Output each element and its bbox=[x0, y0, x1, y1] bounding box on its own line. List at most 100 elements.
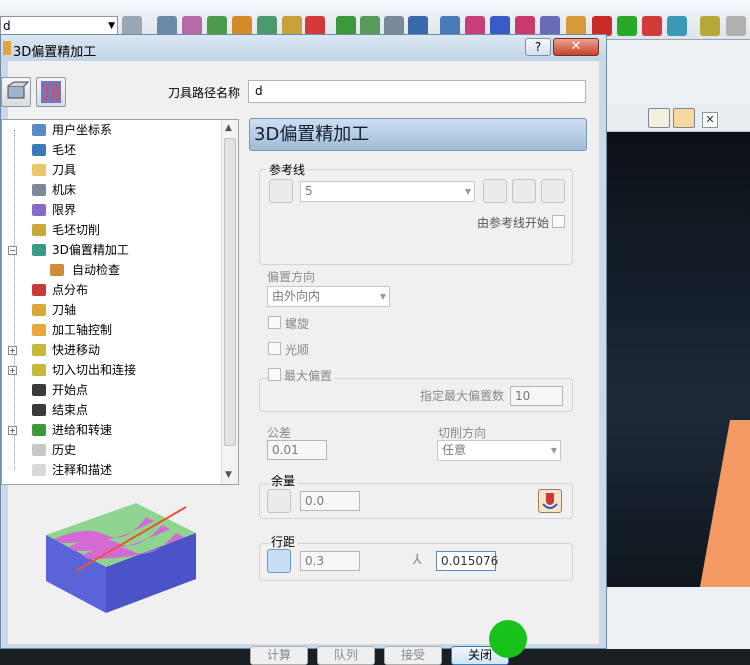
reference-select-icon[interactable] bbox=[269, 179, 293, 203]
tree-item-3d-offset[interactable]: − 3D偏置精加工 bbox=[2, 240, 222, 260]
allowance-input[interactable]: 0.0 bbox=[300, 491, 360, 511]
tree-item-label: 自动检查 bbox=[72, 263, 121, 277]
close-icon[interactable]: ✕ bbox=[702, 112, 718, 128]
spiral-checkbox[interactable] bbox=[268, 316, 281, 329]
allowance-icon[interactable] bbox=[267, 489, 291, 513]
max-offset-count-input[interactable]: 10 bbox=[510, 386, 563, 406]
tree-item-user-coordinate[interactable]: 用户坐标系 bbox=[2, 120, 222, 140]
block-cut-icon bbox=[32, 224, 46, 236]
chevron-down-icon: ▼ bbox=[379, 292, 386, 301]
tree-item-axis-control[interactable]: 加工轴控制 bbox=[2, 320, 222, 340]
toolbar-tool-icon[interactable] bbox=[440, 16, 460, 36]
toolpath-name-input[interactable]: d bbox=[248, 80, 586, 103]
tree-item-block[interactable]: 毛坯 bbox=[2, 140, 222, 160]
tree-scrollbar[interactable]: ▲ ▼ bbox=[221, 120, 238, 484]
toolbar-tool-icon[interactable] bbox=[384, 16, 404, 36]
toolbar-tool-icon[interactable] bbox=[232, 16, 252, 36]
offset-direction-combo[interactable]: 由外向内 ▼ bbox=[267, 286, 390, 307]
toolbar-tool-icon[interactable] bbox=[282, 16, 302, 36]
leads-links-icon bbox=[32, 364, 46, 376]
toolbar-tool-icon[interactable] bbox=[540, 16, 560, 36]
toolpath-preview-icon[interactable] bbox=[36, 77, 66, 107]
toolbar-tool-icon[interactable] bbox=[305, 16, 325, 36]
close-button[interactable]: ✕ bbox=[553, 38, 599, 56]
toolbar-tool-icon[interactable] bbox=[667, 16, 687, 36]
tolerance-input[interactable]: 0.01 bbox=[267, 440, 327, 460]
background-tool-icon[interactable] bbox=[648, 108, 670, 128]
cut-direction-label: 切削方向 bbox=[438, 426, 487, 440]
toolbar-tool-icon[interactable] bbox=[257, 16, 277, 36]
toolbar-tool-icon[interactable] bbox=[182, 16, 202, 36]
collapse-icon[interactable]: − bbox=[8, 246, 17, 255]
toolbar-tool-icon[interactable] bbox=[490, 16, 510, 36]
toolbar-combo[interactable]: d ▼ bbox=[0, 16, 118, 36]
tree-scroll-thumb[interactable] bbox=[224, 138, 236, 446]
toolbar-tool-icon[interactable] bbox=[122, 16, 142, 36]
ref-start-label: 由参考线开始 bbox=[477, 216, 550, 230]
dialog-titlebar[interactable]: 3D偏置精加工 ? ✕ bbox=[1, 35, 606, 61]
tree-item-limits[interactable]: 限界 bbox=[2, 200, 222, 220]
tree-item-label: 点分布 bbox=[52, 283, 89, 297]
app-icon bbox=[3, 41, 11, 55]
allowance-settings-icon[interactable] bbox=[538, 489, 562, 513]
toolpath-strategy-icon[interactable] bbox=[1, 77, 31, 107]
tree-item-tool-axis[interactable]: 刀轴 bbox=[2, 300, 222, 320]
expand-icon[interactable]: + bbox=[8, 346, 17, 355]
cut-direction-combo[interactable]: 任意 ▼ bbox=[437, 440, 561, 461]
tree-item-feeds-speeds[interactable]: + 进给和转速 bbox=[2, 420, 222, 440]
help-button[interactable]: ? bbox=[525, 38, 551, 56]
max-offset-checkbox[interactable] bbox=[268, 368, 281, 381]
toolbar-tool-icon[interactable] bbox=[617, 16, 637, 36]
tree-item-start-point[interactable]: 开始点 bbox=[2, 380, 222, 400]
tree-item-auto-check[interactable]: 自动检查 bbox=[2, 260, 222, 280]
reference-add-icon[interactable] bbox=[541, 179, 565, 203]
reference-combo-value: 5 bbox=[305, 184, 313, 198]
toolbar-tool-icon[interactable] bbox=[642, 16, 662, 36]
tree-item-label: 加工轴控制 bbox=[52, 323, 113, 337]
coordinate-icon bbox=[32, 124, 46, 136]
tree-item-label: 历史 bbox=[52, 443, 77, 457]
expand-icon[interactable]: + bbox=[8, 426, 17, 435]
allowance-group-title: 余量 bbox=[269, 472, 298, 489]
reference-combo[interactable]: 5 ▼ bbox=[300, 181, 475, 202]
toolbar-tool-icon[interactable] bbox=[566, 16, 586, 36]
toolbar-tool-icon[interactable] bbox=[726, 16, 746, 36]
tree-item-leads-links[interactable]: + 切入切出和连接 bbox=[2, 360, 222, 380]
toolbar-tool-icon[interactable] bbox=[592, 16, 612, 36]
toolpath-tree[interactable]: 用户坐标系 毛坯 刀具 机床 限界 毛坯切削 − 3D偏置精加工 自动检查 点分… bbox=[1, 119, 239, 485]
expand-icon[interactable]: + bbox=[8, 366, 17, 375]
scroll-up-icon[interactable]: ▲ bbox=[225, 123, 232, 133]
axis-control-icon bbox=[32, 324, 46, 336]
scroll-down-icon[interactable]: ▼ bbox=[225, 470, 232, 480]
ref-start-checkbox[interactable] bbox=[552, 215, 565, 228]
reference-pick-icon[interactable] bbox=[512, 179, 536, 203]
tree-item-machine[interactable]: 机床 bbox=[2, 180, 222, 200]
toolbar-tool-icon[interactable] bbox=[700, 16, 720, 36]
tree-item-notes[interactable]: 注释和描述 bbox=[2, 460, 222, 480]
stepdown-input[interactable]: 0.015076 bbox=[436, 551, 498, 571]
tree-item-point-distribution[interactable]: 点分布 bbox=[2, 280, 222, 300]
toolbar-tool-icon[interactable] bbox=[408, 16, 428, 36]
stepover-input[interactable]: 0.3 bbox=[300, 551, 360, 571]
toolbar-tool-icon[interactable] bbox=[336, 16, 356, 36]
tree-item-tool[interactable]: 刀具 bbox=[2, 160, 222, 180]
end-point-icon bbox=[32, 404, 46, 416]
start-point-icon bbox=[32, 384, 46, 396]
point-distribution-icon bbox=[32, 284, 46, 296]
tree-item-end-point[interactable]: 结束点 bbox=[2, 400, 222, 420]
toolbar-tool-icon[interactable] bbox=[515, 16, 535, 36]
background-tool-icon[interactable] bbox=[673, 108, 695, 128]
tree-item-rapid-move[interactable]: + 快进移动 bbox=[2, 340, 222, 360]
max-offset-label: 最大偏置 bbox=[284, 367, 335, 384]
toolbar-tool-icon[interactable] bbox=[360, 16, 380, 36]
history-icon bbox=[32, 444, 46, 456]
tree-item-block-cut[interactable]: 毛坯切削 bbox=[2, 220, 222, 240]
reference-edit-icon[interactable] bbox=[483, 179, 507, 203]
tree-item-history[interactable]: 历史 bbox=[2, 440, 222, 460]
smooth-checkbox[interactable] bbox=[268, 342, 281, 355]
toolbar-tool-icon[interactable] bbox=[465, 16, 485, 36]
tree-item-label: 快进移动 bbox=[52, 343, 101, 357]
stepover-link-icon[interactable] bbox=[267, 549, 291, 573]
toolbar-tool-icon[interactable] bbox=[207, 16, 227, 36]
toolbar-tool-icon[interactable] bbox=[157, 16, 177, 36]
